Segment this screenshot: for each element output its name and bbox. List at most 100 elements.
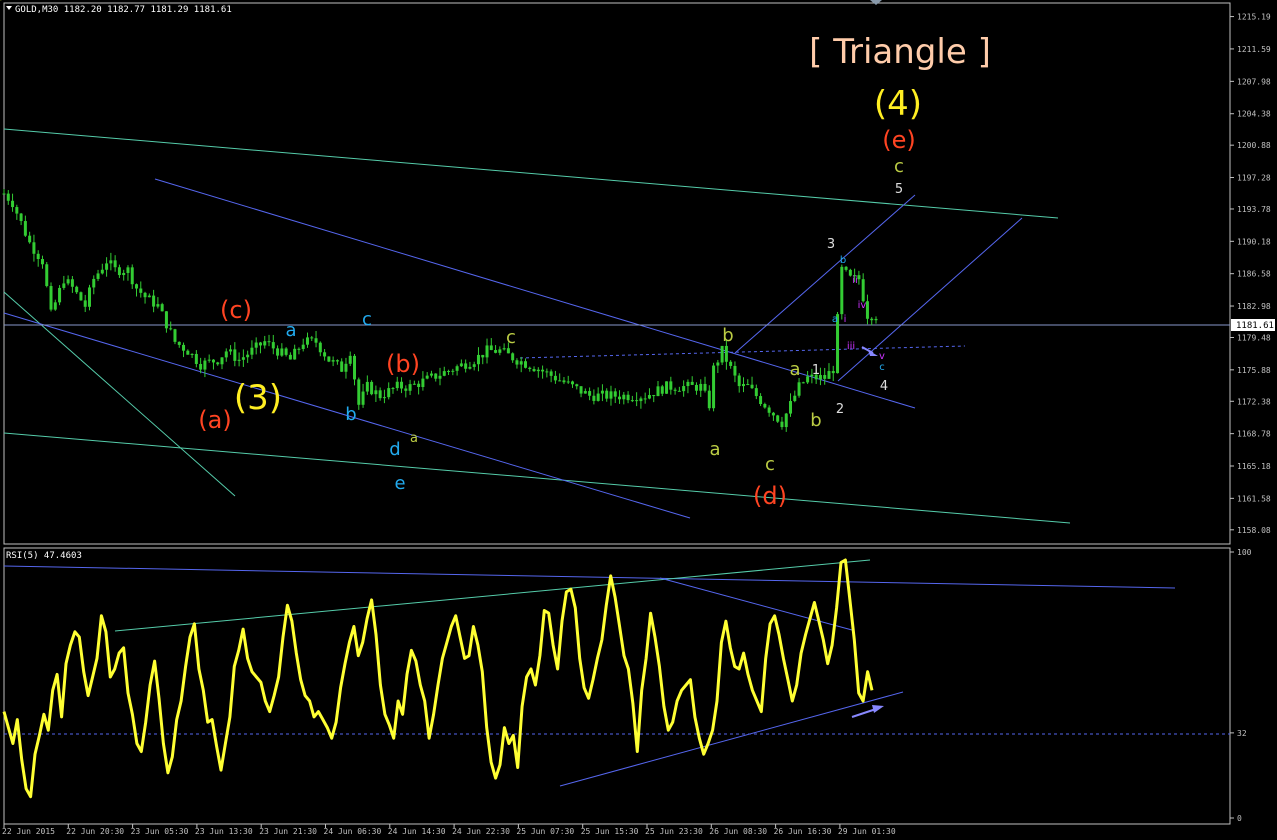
candle-body (686, 381, 690, 387)
candle-body (605, 390, 609, 399)
candle-body (823, 375, 827, 379)
impulse-channel-left[interactable] (734, 194, 916, 354)
candle-body (246, 354, 250, 358)
price-tag: 1181.61 (1236, 321, 1274, 331)
candle-body (327, 356, 331, 362)
candle-body (498, 349, 502, 353)
candle-body (784, 413, 788, 428)
rsi-series (2, 558, 874, 799)
candle-body (348, 355, 352, 364)
candle-body (468, 366, 472, 369)
candle-body (447, 370, 451, 372)
wave-label: [ Triangle ] (809, 32, 991, 72)
price-tick-label: 1161.58 (1237, 494, 1271, 503)
price-tick-label: 1179.48 (1237, 333, 1271, 342)
wave-label: iv (858, 300, 867, 311)
candle-body (143, 292, 147, 298)
candle-body (801, 382, 805, 384)
candle-body (579, 386, 583, 394)
candle-body (673, 389, 677, 391)
price-axis: 1215.19 1211.59 1207.98 1204.38 1200.88 1197.… (1230, 13, 1271, 535)
candle-body (588, 391, 592, 396)
candle-body (647, 395, 651, 399)
main-panel-frame (3, 2, 1231, 545)
candle-body (793, 395, 797, 402)
channel-upper-line[interactable] (154, 178, 916, 409)
time-tick-label: 25 Jun 07:30 (516, 827, 574, 836)
candle-body (23, 221, 27, 236)
candle-body (694, 384, 698, 391)
candle-body (712, 365, 716, 409)
wave-label: (3) (234, 378, 282, 418)
wave-label: c (879, 362, 885, 373)
candle-body (258, 342, 262, 346)
candle-body (861, 279, 865, 302)
candle-body (301, 344, 305, 349)
candle-body (660, 386, 664, 394)
candle-body (741, 384, 745, 387)
lower-trendline[interactable] (3, 432, 1071, 524)
price-tick-label: 1197.28 (1237, 174, 1271, 183)
candle-body (404, 388, 408, 391)
candle-body (305, 337, 309, 345)
candle-body (759, 396, 763, 405)
candle-body (194, 353, 198, 364)
candle-body (827, 371, 831, 379)
wave-label: a (709, 439, 720, 460)
candle-body (361, 391, 365, 405)
candle-body (182, 344, 186, 351)
candle-body (254, 342, 258, 348)
candle-body (135, 284, 139, 289)
candle-body (276, 348, 280, 356)
candle-body (494, 350, 498, 353)
rsi-falling-trendline[interactable] (659, 577, 853, 631)
candle-body (318, 342, 322, 353)
time-tick-label: 24 Jun 22:30 (452, 827, 510, 836)
rsi-arrow-icon (872, 705, 884, 713)
rsi-upper-trendline[interactable] (3, 565, 1176, 589)
trading-chart[interactable]: GOLD,M30 1182.20 1182.77 1181.29 1181.61… (0, 0, 1277, 840)
wave-label: b (840, 255, 846, 266)
candle-body (408, 384, 412, 391)
wave-label: (b) (386, 350, 420, 378)
candle-body (639, 398, 643, 402)
price-tick-label: 1165.18 (1237, 462, 1271, 471)
candle-body (237, 359, 241, 361)
candle-body (216, 362, 220, 365)
time-tick-label: 23 Jun 05:30 (131, 827, 189, 836)
wave-label: b (810, 410, 821, 431)
candle-body (130, 267, 134, 285)
candle-body (177, 341, 181, 345)
candle-body (613, 391, 617, 397)
candle-body (79, 292, 83, 301)
wave-label: (a) (198, 406, 231, 434)
candle-body (288, 354, 292, 360)
candle-body (451, 370, 455, 372)
candle-body (669, 381, 673, 390)
price-tick-label: 1207.98 (1237, 77, 1271, 86)
candle-body (806, 376, 810, 383)
candle-body (622, 394, 626, 400)
steep-trendline[interactable] (3, 291, 236, 497)
candle-body (169, 328, 173, 330)
candle-body (164, 311, 168, 329)
candle-body (40, 259, 44, 265)
candle-body (699, 383, 703, 391)
candle-body (776, 415, 780, 422)
wave-label: 1 (812, 363, 820, 378)
candle-body (746, 384, 750, 386)
symbol-dropdown-icon[interactable] (6, 6, 12, 10)
candle-body (263, 341, 267, 346)
time-tick-label: 26 Jun 16:30 (774, 827, 832, 836)
candle-body (870, 318, 874, 321)
candle-body (220, 357, 224, 365)
candle-body (58, 287, 62, 303)
rsi-tick-label: 32 (1237, 729, 1247, 738)
wave-label: c (506, 327, 516, 348)
candle-body (476, 354, 480, 365)
candle-body (156, 304, 160, 307)
candle-body (763, 404, 767, 408)
candle-body (502, 348, 506, 350)
rsi-support-trendline[interactable] (559, 691, 904, 787)
rsi-header: RSI(5) 47.4603 (6, 551, 82, 561)
